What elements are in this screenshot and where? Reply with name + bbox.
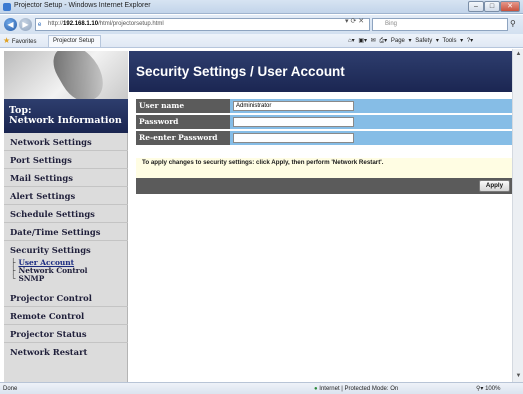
tab-projector-setup[interactable]: Projector Setup bbox=[48, 35, 102, 47]
url-input[interactable]: e http://192.168.1.10/html/projectorsetu… bbox=[35, 18, 370, 31]
browser-window: Projector Setup - Windows Internet Explo… bbox=[0, 0, 523, 394]
ie-icon bbox=[3, 3, 11, 11]
zoom-control[interactable]: ⚲▾ 100% bbox=[476, 385, 500, 393]
star-icon: ★ bbox=[3, 36, 11, 45]
page-content: Top: Network Information Network Setting… bbox=[0, 49, 512, 382]
password-input[interactable] bbox=[233, 117, 354, 127]
sidebar-item-network-restart[interactable]: Network Restart bbox=[4, 343, 128, 361]
url-path: /html/projectorsetup.html bbox=[98, 21, 164, 27]
sidebar-item-projector-status[interactable]: Projector Status bbox=[4, 325, 128, 343]
close-button[interactable]: ✕ bbox=[500, 1, 520, 12]
command-bar[interactable]: ⌂▾ ▣▾ ✉ ⎙▾ Page ▾ Safety ▾ Tools ▾ ?▾ bbox=[348, 36, 473, 46]
url-host: 192.168.1.10 bbox=[63, 21, 99, 27]
url-prefix: http:// bbox=[48, 21, 64, 27]
forward-button[interactable]: ▶ bbox=[19, 18, 32, 31]
search-input[interactable]: Bing bbox=[372, 18, 508, 31]
form-row-reenter-password: Re-enter Password bbox=[136, 131, 512, 145]
sidebar-item-network-settings[interactable]: Network Settings bbox=[4, 133, 128, 151]
print-icon[interactable]: ⎙▾ bbox=[379, 38, 387, 44]
password-label: Password bbox=[136, 115, 230, 129]
sidebar: Top: Network Information Network Setting… bbox=[4, 51, 128, 382]
apply-button[interactable]: Apply bbox=[479, 180, 510, 192]
reenter-password-label: Re-enter Password bbox=[136, 131, 230, 145]
favorites-bar: ★ Favorites Projector Setup ⌂▾ ▣▾ ✉ ⎙▾ P… bbox=[0, 34, 523, 48]
search-placeholder: Bing bbox=[385, 21, 398, 27]
form-row-password: Password bbox=[136, 115, 512, 129]
sidebar-item-projector-control[interactable]: Projector Control bbox=[4, 289, 128, 307]
action-bar bbox=[136, 178, 512, 194]
security-zone-label: Internet | Protected Mode: On bbox=[319, 386, 399, 392]
home-icon[interactable]: ⌂▾ bbox=[348, 38, 355, 44]
vertical-scrollbar[interactable]: ▲ ▼ bbox=[512, 49, 523, 382]
user-name-label: User name bbox=[136, 99, 230, 113]
logo-image bbox=[4, 51, 128, 99]
sidebar-top-line2: Network Information bbox=[9, 115, 122, 126]
favorites-button[interactable]: ★ Favorites bbox=[3, 36, 37, 47]
tab-label: Projector Setup bbox=[53, 38, 95, 44]
sidebar-subitem-snmp[interactable]: └ SNMP bbox=[11, 275, 44, 283]
sidebar-item-port-settings[interactable]: Port Settings bbox=[4, 151, 128, 169]
address-bar: ◀ ▶ e http://192.168.1.10/html/projector… bbox=[0, 15, 523, 34]
back-button[interactable]: ◀ bbox=[4, 18, 17, 31]
help-icon[interactable]: ?▾ bbox=[467, 38, 473, 44]
zoom-value: 100% bbox=[485, 386, 501, 392]
minimize-button[interactable]: – bbox=[468, 1, 484, 12]
scroll-down-icon[interactable]: ▼ bbox=[514, 372, 523, 381]
sidebar-item-schedule-settings[interactable]: Schedule Settings bbox=[4, 205, 128, 223]
scroll-up-icon[interactable]: ▲ bbox=[514, 50, 523, 59]
title-bar: Projector Setup - Windows Internet Explo… bbox=[0, 0, 523, 14]
page-icon: e bbox=[38, 22, 42, 28]
mail-icon[interactable]: ✉ bbox=[371, 38, 376, 44]
reenter-password-input[interactable] bbox=[233, 133, 354, 143]
sidebar-item-top[interactable]: Top: Network Information bbox=[4, 99, 128, 133]
sidebar-item-datetime-settings[interactable]: Date/Time Settings bbox=[4, 223, 128, 241]
apply-notice: To apply changes to security settings: c… bbox=[142, 159, 384, 166]
user-name-input[interactable]: Administrator bbox=[233, 101, 354, 111]
sidebar-item-remote-control[interactable]: Remote Control bbox=[4, 307, 128, 325]
form-row-user-name: User name Administrator bbox=[136, 99, 512, 113]
security-zone[interactable]: ● Internet | Protected Mode: On bbox=[314, 385, 398, 393]
status-bar: Done ● Internet | Protected Mode: On ⚲▾ … bbox=[0, 382, 523, 394]
globe-icon: ● bbox=[314, 386, 318, 392]
sidebar-item-mail-settings[interactable]: Mail Settings bbox=[4, 169, 128, 187]
refresh-stop-icons[interactable]: ▾ ⟳ ✕ bbox=[345, 16, 364, 27]
feeds-icon[interactable]: ▣▾ bbox=[358, 38, 367, 44]
zoom-icon: ⚲▾ bbox=[476, 386, 484, 392]
search-icon[interactable]: ⚲ bbox=[510, 19, 516, 28]
page-title: Security Settings / User Account bbox=[129, 51, 512, 92]
sidebar-item-alert-settings[interactable]: Alert Settings bbox=[4, 187, 128, 205]
command-labels[interactable]: Page ▾ Safety ▾ Tools ▾ bbox=[391, 38, 463, 44]
status-text: Done bbox=[3, 386, 18, 392]
subitem-label: SNMP bbox=[18, 274, 45, 283]
sidebar-item-security-settings[interactable]: Security Settings bbox=[4, 241, 128, 259]
maximize-button[interactable]: □ bbox=[484, 1, 500, 12]
window-title: Projector Setup - Windows Internet Explo… bbox=[14, 2, 151, 9]
favorites-label: Favorites bbox=[11, 39, 37, 45]
tree-end-icon: └ bbox=[11, 274, 16, 283]
